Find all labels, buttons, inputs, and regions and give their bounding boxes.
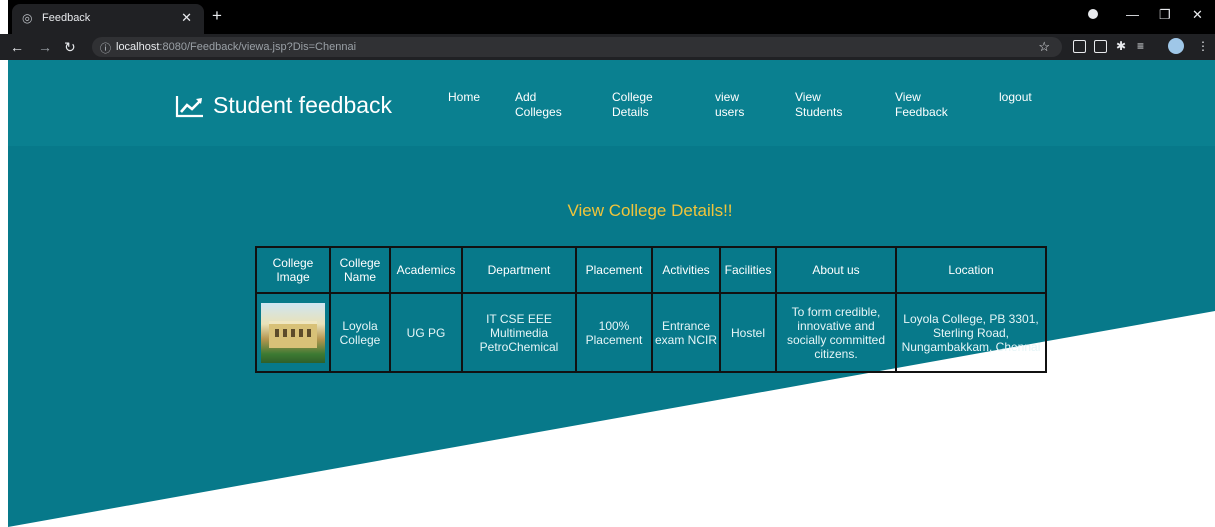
- column-header-about-us: About us: [775, 246, 897, 294]
- menu-dots-icon[interactable]: ⋮: [1197, 39, 1209, 53]
- cell-academics: UG PG: [389, 292, 463, 373]
- nav-view-users[interactable]: view users: [715, 90, 785, 120]
- nav-add-colleges[interactable]: Add Colleges: [515, 90, 585, 120]
- cast-icon[interactable]: [1073, 40, 1086, 53]
- table-row: Loyola College UG PG IT CSE EEE Multimedia…: [255, 292, 1047, 373]
- column-header-location: Location: [895, 246, 1047, 294]
- cell-department: IT CSE EEE Multimedia PetroChemical: [461, 292, 577, 373]
- tab-title: Feedback: [42, 12, 91, 24]
- column-header-college-name: College Name: [329, 246, 391, 294]
- cell-placement: 100% Placement: [575, 292, 653, 373]
- column-header-placement: Placement: [575, 246, 653, 294]
- extension-icon[interactable]: [1094, 40, 1107, 53]
- college-photo: [261, 302, 325, 363]
- cell-college-image: [255, 292, 331, 373]
- info-icon[interactable]: ⓘ: [100, 40, 111, 56]
- record-icon[interactable]: [1088, 9, 1098, 19]
- url-field[interactable]: ⓘ localhost:8080/Feedback/viewa.jsp?Dis=…: [92, 37, 1062, 57]
- web-page: Student feedback Home Add Colleges Colleg…: [8, 60, 1215, 527]
- column-header-college-image: College Image: [255, 246, 331, 294]
- browser-tab[interactable]: ◎ Feedback ✕: [12, 4, 204, 34]
- restore-icon[interactable]: ❐: [1159, 7, 1171, 23]
- cell-facilities: Hostel: [719, 292, 777, 373]
- puzzle-icon[interactable]: ✱: [1116, 39, 1126, 53]
- page-heading: View College Details!!: [567, 201, 733, 220]
- nav-view-feedback[interactable]: View Feedback: [895, 90, 965, 120]
- cell-about-us: To form credible, innovative and socially …: [775, 292, 897, 373]
- brand-name: Student feedback: [213, 92, 393, 118]
- trending-up-icon: [175, 95, 203, 117]
- close-tab-icon[interactable]: ✕: [181, 10, 192, 26]
- reload-icon[interactable]: ↻: [64, 39, 76, 56]
- nav-logout[interactable]: logout: [999, 90, 1069, 105]
- nav-view-students[interactable]: View Students: [795, 90, 865, 120]
- window-close-icon[interactable]: ✕: [1192, 7, 1203, 23]
- address-bar-row: ← → ↻ ⓘ localhost:8080/Feedback/viewa.js…: [0, 34, 1215, 60]
- column-header-facilities: Facilities: [719, 246, 777, 294]
- url-text: localhost:8080/Feedback/viewa.jsp?Dis=Ch…: [116, 41, 357, 53]
- column-header-department: Department: [461, 246, 577, 294]
- main-content: View College Details!! College Image Coll…: [8, 146, 1215, 527]
- column-header-activities: Activities: [651, 246, 721, 294]
- cell-location: Loyola College, PB 3301, Sterling Road, Nu…: [895, 292, 1047, 373]
- cell-college-name: Loyola College: [329, 292, 391, 373]
- browser-tab-strip: ◎ Feedback ✕ + — ❐ ✕: [0, 0, 1215, 34]
- brand-logo[interactable]: Student feedback: [175, 92, 392, 119]
- tab-strip-edge: [0, 0, 8, 34]
- forward-arrow-icon[interactable]: →: [38, 39, 52, 55]
- back-arrow-icon[interactable]: ←: [10, 39, 24, 55]
- table-header-row: College Image College Name Academics Depar…: [255, 246, 1047, 294]
- college-details-table: College Image College Name Academics Depar…: [255, 246, 1047, 373]
- globe-icon: ◎: [22, 11, 33, 25]
- new-tab-icon[interactable]: +: [212, 6, 222, 26]
- bookmark-star-icon[interactable]: ☆: [1038, 39, 1050, 55]
- cell-activities: Entrance exam NCIR: [651, 292, 721, 373]
- profile-avatar[interactable]: [1168, 38, 1184, 54]
- site-header: Student feedback Home Add Colleges Colleg…: [8, 60, 1215, 146]
- nav-college-details[interactable]: College Details: [612, 90, 682, 120]
- minimize-icon[interactable]: —: [1126, 7, 1139, 22]
- column-header-academics: Academics: [389, 246, 463, 294]
- nav-home[interactable]: Home: [448, 90, 518, 105]
- reading-list-icon[interactable]: ≡: [1137, 39, 1144, 53]
